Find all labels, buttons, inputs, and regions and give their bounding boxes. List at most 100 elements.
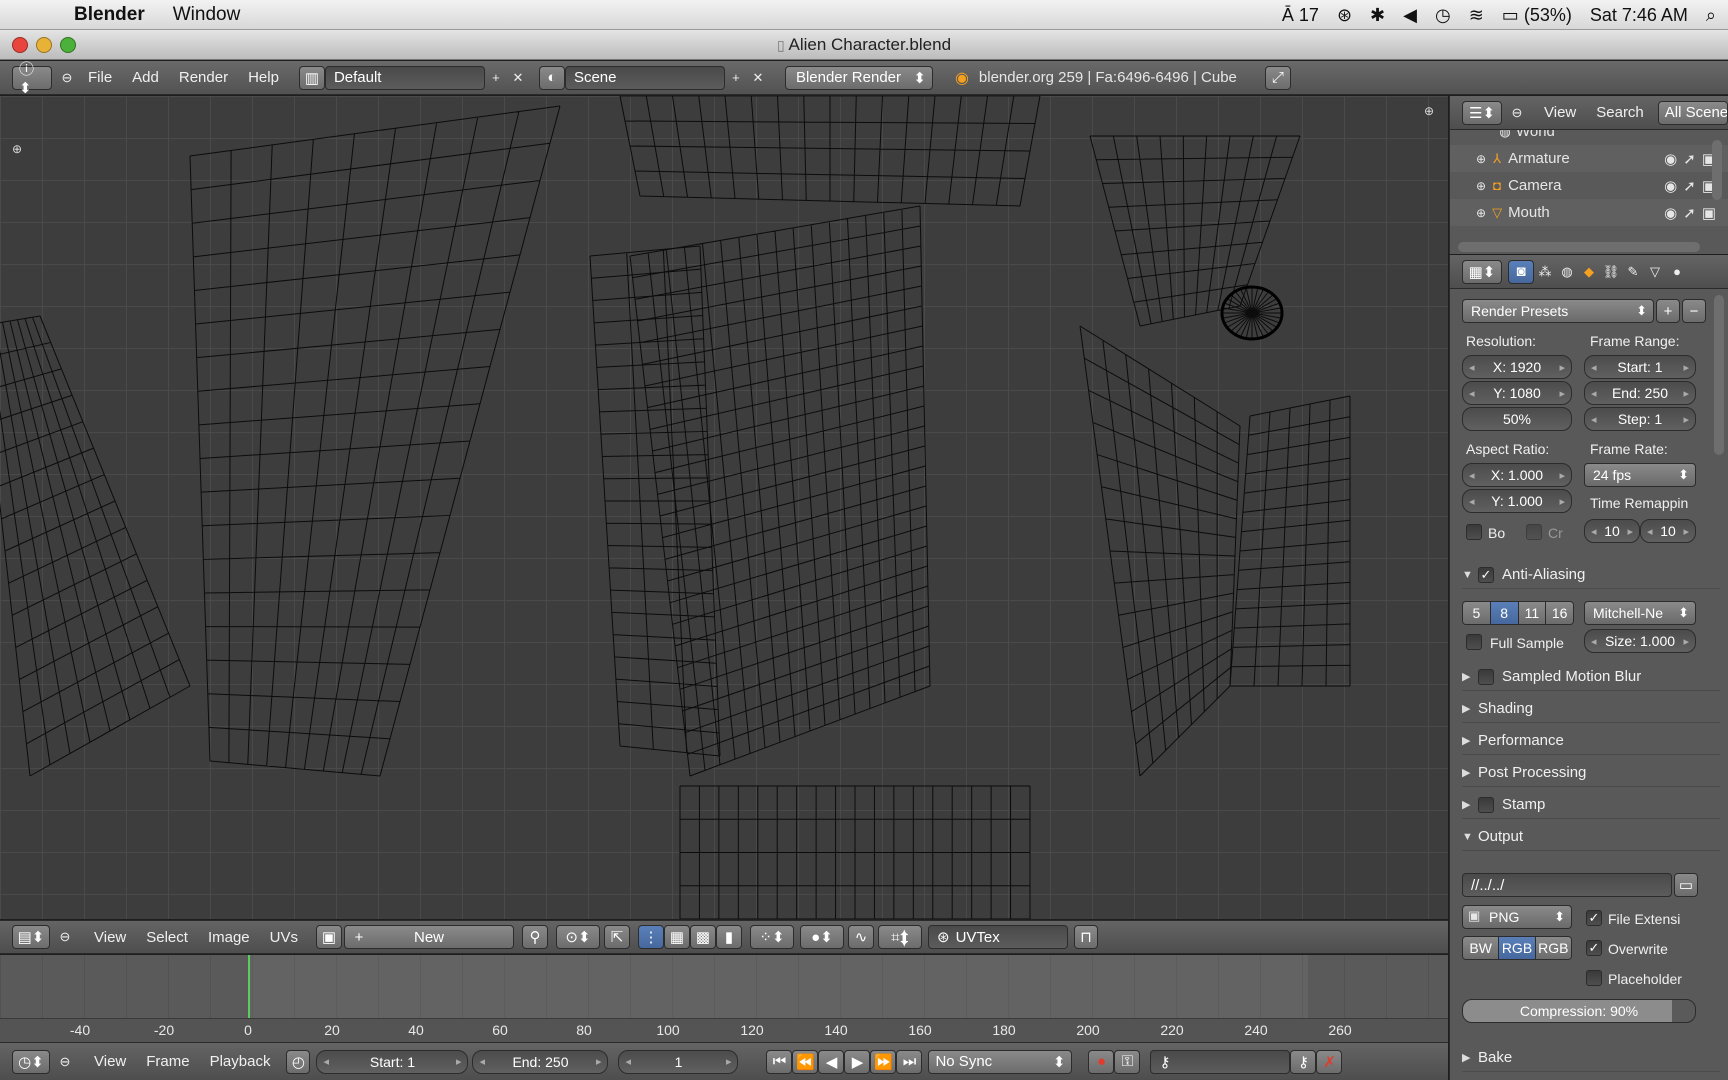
time-machine-icon[interactable]: ◷ (1435, 5, 1451, 26)
outliner-item-armature[interactable]: ⊕ ⅄ Armature ◉ ➚ ▣ (1450, 145, 1728, 172)
keying-set-icon[interactable]: ⚿ (1114, 1049, 1141, 1074)
pivot-dropdown-icon[interactable]: ⊙⬍ (556, 925, 600, 949)
face-select-mode-icon[interactable]: ▩ (690, 925, 716, 949)
wifi-icon[interactable]: ≋ (1469, 5, 1484, 26)
timeline-view-menu[interactable]: View (84, 1053, 136, 1070)
sync-selection-icon[interactable]: ⇱ (604, 925, 630, 949)
uv-island-strip[interactable] (589, 245, 721, 757)
layout-field[interactable]: Default (324, 65, 485, 90)
expand-icon[interactable]: ⊕ (1476, 152, 1486, 166)
aa-samples-8-option[interactable]: 8 (1490, 602, 1519, 624)
collapse-menu-icon[interactable]: ⊖ (54, 1051, 76, 1073)
uv-island-fin[interactable] (1229, 395, 1351, 687)
render-context-camera-icon[interactable]: ◙ (1508, 259, 1534, 284)
overwrite-checkbox[interactable]: ✓ (1586, 940, 1602, 956)
post-processing-section-header[interactable]: ▶ Post Processing (1462, 759, 1720, 787)
frame-step-field[interactable]: Step: 1 (1584, 407, 1696, 431)
uv-mesh-canvas[interactable] (0, 96, 1448, 919)
outliner-item-world[interactable]: ◍ World (1450, 130, 1728, 145)
selectable-cursor-icon[interactable]: ➚ (1683, 204, 1696, 222)
stamp-checkbox[interactable] (1478, 796, 1494, 813)
play-reverse-icon[interactable]: ◀ (818, 1049, 845, 1074)
lock-icon[interactable]: ⊓ (1074, 925, 1098, 949)
border-checkbox[interactable] (1466, 524, 1482, 540)
falloff-icon[interactable]: ∿ (848, 925, 874, 949)
add-menu[interactable]: Add (122, 69, 169, 86)
frame-rate-dropdown[interactable]: 24 fps (1584, 463, 1696, 487)
add-layout-icon[interactable]: + (485, 67, 507, 89)
resolution-y-field[interactable]: Y: 1080 (1462, 381, 1572, 405)
uv-island-ear[interactable] (1079, 325, 1241, 777)
outliner-search-menu[interactable]: Search (1586, 104, 1654, 121)
outliner-horizontal-scrollbar[interactable] (1458, 242, 1700, 252)
aspect-x-field[interactable]: X: 1.000 (1462, 463, 1572, 487)
outliner-item-camera[interactable]: ⊕ ◘ Camera ◉ ➚ ▣ (1450, 172, 1728, 199)
battery-indicator[interactable]: ▭ (53%) (1502, 5, 1572, 26)
collapse-menu-icon[interactable]: ⊖ (1506, 102, 1528, 124)
remove-preset-icon[interactable]: − (1682, 299, 1706, 323)
next-keyframe-icon[interactable]: ⏩ (870, 1049, 897, 1074)
preview-range-icon[interactable]: ◴ (286, 1049, 311, 1074)
color-mode-rgb-option[interactable]: RGB (1499, 937, 1536, 959)
world-context-icon[interactable]: ◍ (1556, 261, 1578, 283)
uv-island-arm[interactable] (189, 105, 561, 777)
uv-islands[interactable] (0, 96, 1351, 919)
clock[interactable]: Sat 7:46 AM (1590, 5, 1688, 26)
filter-size-field[interactable]: Size: 1.000 (1584, 629, 1696, 653)
selectable-cursor-icon[interactable]: ➚ (1683, 150, 1696, 168)
uv-image-menu[interactable]: Image (198, 929, 260, 946)
region-toggle-icon[interactable]: ⊕ (1424, 104, 1434, 118)
anti-aliasing-section-header[interactable]: ▼ ✓ Anti-Aliasing (1462, 561, 1720, 589)
full-sample-checkbox[interactable] (1466, 634, 1482, 650)
window-menu[interactable]: Window (159, 4, 255, 26)
uv-map-field[interactable]: ⊛ UVTex (928, 925, 1068, 949)
outliner-filter-dropdown[interactable]: All Scenes (1657, 100, 1728, 125)
sync-mode-dropdown[interactable]: No Sync ⬍ (928, 1049, 1073, 1074)
remove-layout-icon[interactable]: ✕ (507, 67, 529, 89)
play-icon[interactable]: ▶ (844, 1049, 871, 1074)
insert-keyframe-icon[interactable]: ⚷ (1290, 1049, 1317, 1074)
uv-island-eye[interactable] (1220, 285, 1284, 341)
constraints-context-icon[interactable]: ⛓ (1600, 261, 1622, 283)
scene-icon[interactable]: ◐ (538, 65, 565, 90)
sticky-mode-icon[interactable]: ⁘⬍ (750, 925, 794, 949)
volume-icon[interactable]: ◀ (1403, 5, 1417, 26)
fullscreen-toggle-icon[interactable]: ⤢ (1264, 65, 1291, 90)
aa-samples-5-option[interactable]: 5 (1463, 602, 1491, 624)
render-engine-dropdown[interactable]: Blender Render ⬍ (784, 65, 933, 90)
frame-end-field[interactable]: End: 250 (1584, 381, 1696, 405)
new-image-button[interactable]: + New (344, 925, 514, 949)
editor-type-properties-button[interactable]: ▦⬍ (1462, 259, 1502, 284)
island-select-mode-icon[interactable]: ▮ (716, 925, 742, 949)
render-menu[interactable]: Render (169, 69, 238, 86)
spotlight-icon[interactable]: ⌕ (1706, 5, 1716, 26)
uv-select-menu[interactable]: Select (136, 929, 198, 946)
frame-start-field[interactable]: Start: 1 (1584, 355, 1696, 379)
aspect-y-field[interactable]: Y: 1.000 (1462, 489, 1572, 513)
timeline-end-field[interactable]: End: 250 (472, 1049, 609, 1074)
output-section-header[interactable]: ▼ Output (1462, 823, 1720, 851)
aa-filter-dropdown[interactable]: Mitchell-Ne (1584, 601, 1696, 625)
uv-island-hand[interactable] (1089, 135, 1301, 327)
timeline-ruler[interactable]: -40 -20 0 20 40 60 80 100 120 140 160 180 200 220 240 2… (0, 1018, 1448, 1042)
timeline-current-frame-cursor[interactable] (248, 955, 250, 1018)
stamp-section-header[interactable]: ▶ Stamp (1462, 791, 1720, 819)
render-presets-dropdown[interactable]: Render Presets (1462, 299, 1654, 323)
timeline-frame-menu[interactable]: Frame (136, 1053, 199, 1070)
layout-icon[interactable]: ▥ (298, 65, 325, 90)
aa-samples-11-option[interactable]: 11 (1518, 602, 1547, 624)
uv-island-top[interactable] (619, 96, 1041, 207)
editor-type-outliner-button[interactable]: ☰⬍ (1462, 100, 1502, 125)
selectable-cursor-icon[interactable]: ➚ (1683, 177, 1696, 195)
remap-new-field[interactable]: 10 (1640, 519, 1696, 543)
output-path-field[interactable]: //../../ (1462, 873, 1672, 897)
scene-field[interactable]: Scene (564, 65, 725, 90)
editor-type-info-button[interactable]: ⓘ ⬍ (12, 61, 52, 97)
proportional-edit-icon[interactable]: ●⬍ (800, 925, 844, 949)
record-icon[interactable]: ● (1088, 1049, 1115, 1074)
timeline-playback-menu[interactable]: Playback (200, 1053, 281, 1070)
editor-type-timeline-button[interactable]: ◷⬍ (12, 1049, 50, 1074)
bluetooth-icon[interactable]: ✱ (1370, 5, 1385, 26)
vertex-select-mode-icon[interactable]: ⋮ (638, 925, 664, 949)
outliner-view-menu[interactable]: View (1534, 104, 1586, 121)
